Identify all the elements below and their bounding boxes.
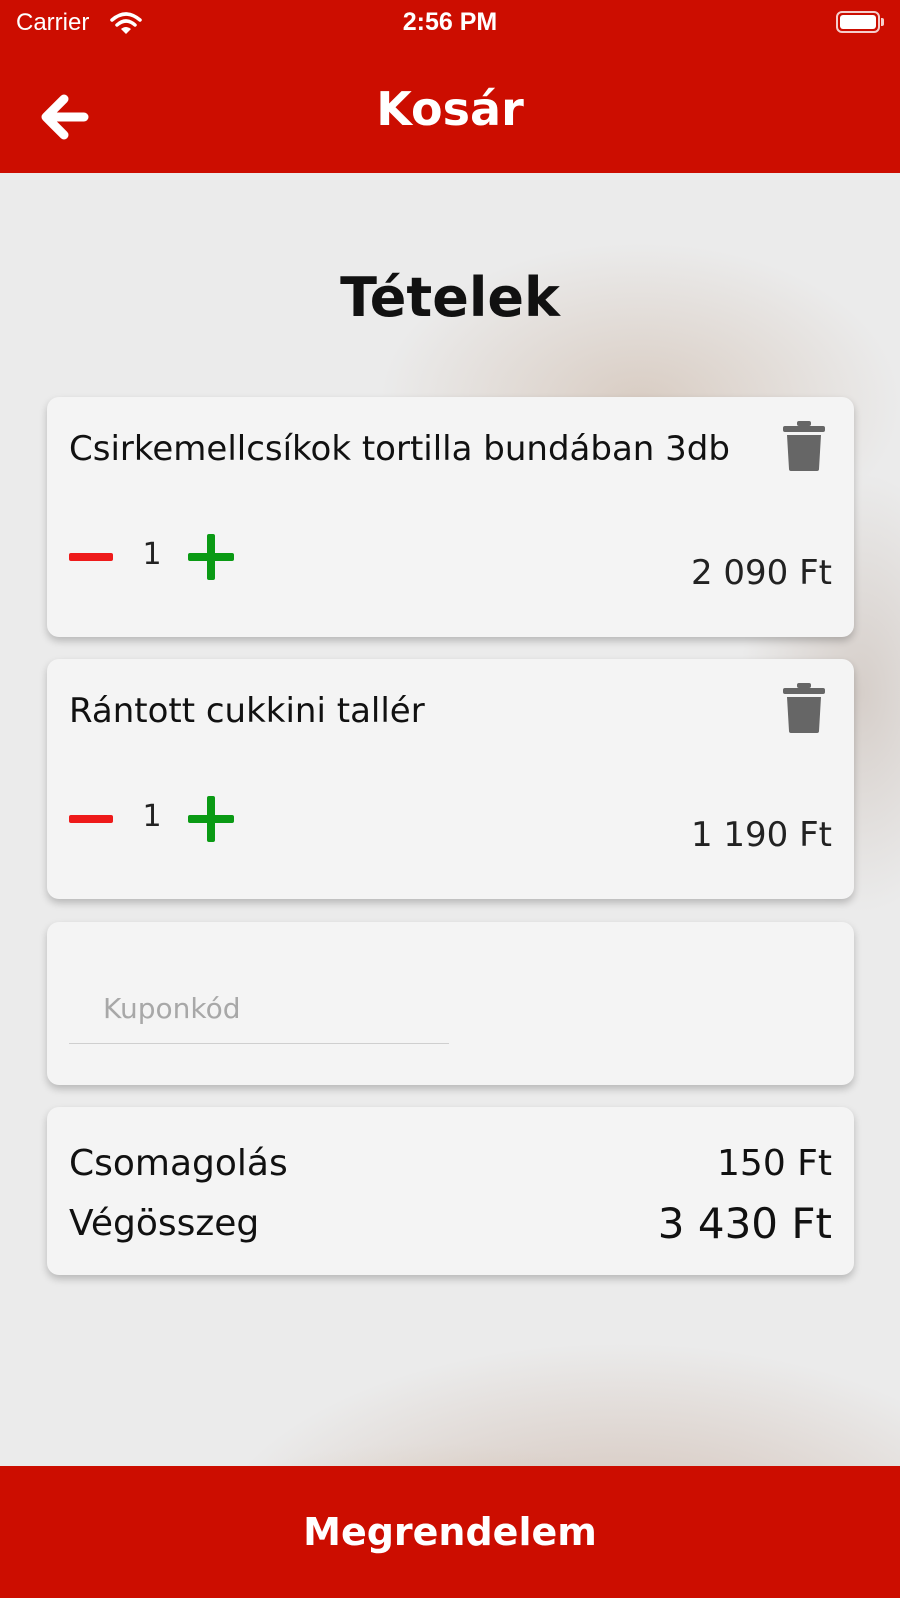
- total-value: 3 430 Ft: [657, 1199, 832, 1248]
- decrease-quantity-button[interactable]: [69, 543, 113, 573]
- place-order-label: Megrendelem: [303, 1510, 597, 1554]
- coupon-card: [47, 922, 854, 1085]
- section-title: Tételek: [340, 266, 560, 329]
- minus-icon: [69, 553, 113, 561]
- item-price: 2 090 Ft: [690, 553, 832, 593]
- summary-card: Csomagolás 150 Ft Végösszeg 3 430 Ft: [47, 1107, 854, 1275]
- plus-icon-vertical: [207, 796, 215, 842]
- delete-item-button[interactable]: [783, 683, 825, 733]
- item-quantity: 1: [142, 799, 162, 834]
- cart-item-card: Rántott cukkini tallér 1 1 190 Ft: [47, 659, 854, 899]
- page-title: Kosár: [376, 82, 524, 136]
- trash-icon: [783, 421, 825, 471]
- item-name: Csirkemellcsíkok tortilla bundában 3db: [69, 429, 730, 469]
- nav-bar: Kosár: [0, 46, 900, 173]
- place-order-button[interactable]: Megrendelem: [0, 1466, 900, 1598]
- item-name: Rántott cukkini tallér: [69, 691, 425, 731]
- clock: 2:56 PM: [402, 8, 498, 36]
- increase-quantity-button[interactable]: [188, 796, 234, 842]
- packaging-label: Csomagolás: [69, 1143, 288, 1184]
- cart-item-card: Csirkemellcsíkok tortilla bundában 3db 1…: [47, 397, 854, 637]
- coupon-code-input[interactable]: [69, 974, 449, 1044]
- delete-item-button[interactable]: [783, 421, 825, 471]
- status-bar: Carrier 2:56 PM: [0, 0, 900, 46]
- packaging-value: 150 Ft: [717, 1143, 832, 1184]
- decrease-quantity-button[interactable]: [69, 805, 113, 835]
- battery-icon: [836, 11, 880, 33]
- item-price: 1 190 Ft: [690, 815, 832, 855]
- item-quantity: 1: [142, 537, 162, 572]
- trash-icon: [783, 683, 825, 733]
- minus-icon: [69, 815, 113, 823]
- total-label: Végösszeg: [69, 1203, 260, 1244]
- increase-quantity-button[interactable]: [188, 534, 234, 580]
- plus-icon-vertical: [207, 534, 215, 580]
- battery-tip: [881, 18, 884, 26]
